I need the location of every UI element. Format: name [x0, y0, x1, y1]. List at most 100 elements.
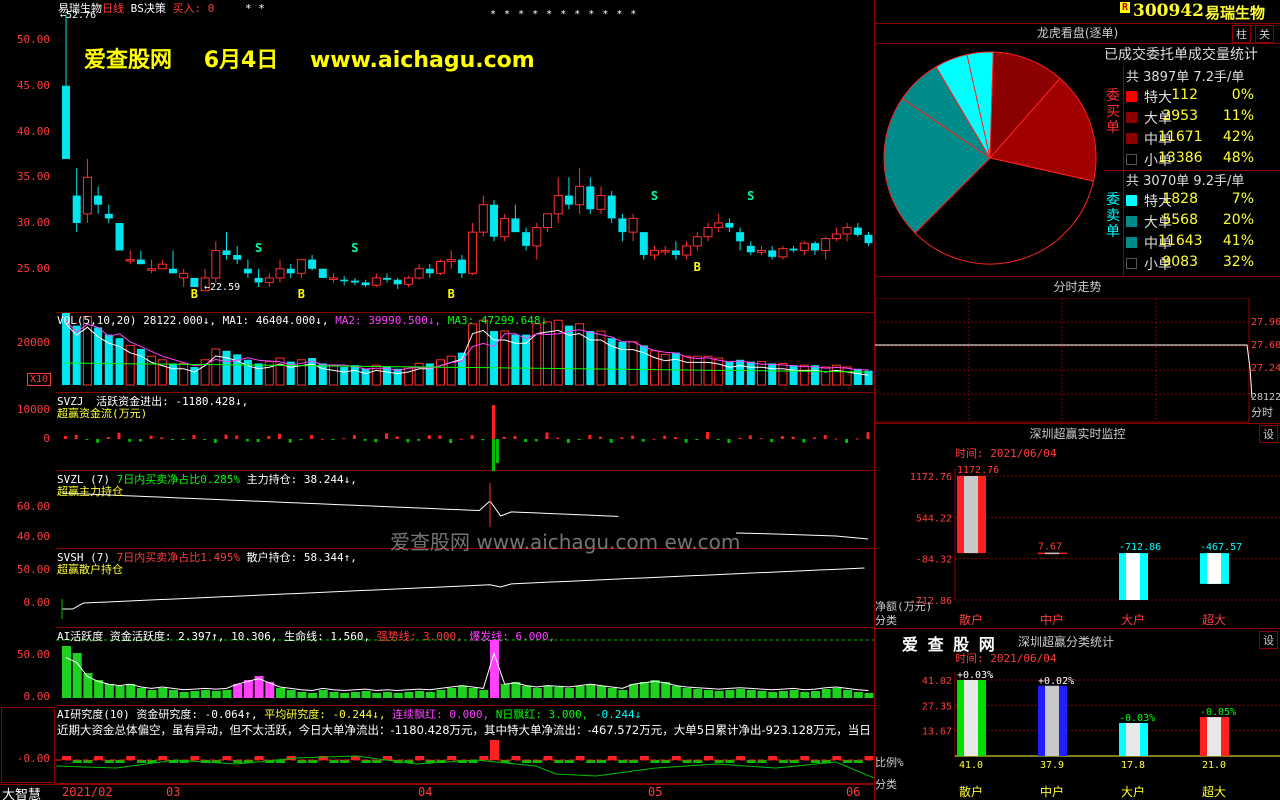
intraday-chart[interactable]: 27.96 27.60 27.24 28122 分时 — [875, 298, 1280, 423]
candle-body — [725, 223, 734, 228]
mon-bar-value: -467.57 — [1200, 542, 1242, 553]
ai1-activity: 资金活跃度: 2.397↑, — [109, 630, 225, 643]
legend-swatch — [1126, 133, 1137, 144]
date-axis[interactable] — [0, 784, 874, 800]
lh-title-bar: 龙虎看盘(逐单) 柱 关 — [875, 24, 1280, 44]
candle-body — [414, 268, 424, 279]
fs-price-line — [875, 344, 1253, 399]
volume-bar — [725, 361, 734, 385]
price-axis-label: 40.00 — [16, 124, 50, 138]
candle-body — [468, 231, 478, 274]
research-bar — [222, 756, 232, 760]
candle-body — [831, 233, 841, 240]
candle-body — [115, 223, 124, 251]
volume-bar — [778, 362, 788, 386]
stock-code: 300942 — [1133, 1, 1204, 21]
star-marks: * * — [245, 2, 265, 15]
mon-bar-core — [1126, 553, 1140, 600]
mon-bar-value: -712.86 — [1119, 542, 1161, 553]
research-bar — [511, 756, 521, 760]
vol-unit-badge[interactable]: X10 — [27, 373, 52, 386]
candle-body — [671, 250, 680, 256]
flow-bar — [192, 435, 196, 439]
activity-bar — [115, 686, 125, 698]
candle-body — [660, 249, 670, 253]
svsh-ratio: 7日内买卖净占比1.495% — [116, 551, 240, 564]
activity-bar — [457, 686, 467, 698]
volume-bar — [831, 364, 841, 386]
ai2-n-red: N日飘红: 3.000, — [495, 708, 589, 721]
flow-bar — [417, 439, 421, 441]
ai2-commentary: 近期大资金总体偏空，虽有异动，但不太活跃，今日大单净流出：-1180.428万元… — [57, 723, 871, 737]
main-holding-line — [61, 492, 619, 517]
research-bar — [254, 756, 264, 760]
brand-logo[interactable]: 大智慧 — [2, 784, 41, 800]
retail-holding-line — [62, 567, 865, 610]
activity-bar — [821, 689, 831, 698]
activity-bar — [746, 690, 756, 698]
flow-bar — [524, 439, 528, 442]
activity-bar — [404, 692, 414, 698]
flow-bar — [85, 439, 89, 441]
research-line — [56, 755, 874, 779]
flow-bar — [556, 437, 560, 439]
research-bar — [832, 756, 842, 760]
candle-body — [682, 245, 692, 256]
activity-bar — [425, 692, 435, 698]
candle-body — [264, 277, 274, 283]
candle-body — [768, 250, 777, 257]
price-axis-label: 35.00 — [16, 170, 50, 184]
candle-body — [746, 245, 755, 253]
candle-body — [72, 195, 81, 223]
svzl-holding: 主力持仓: 38.244↓, — [246, 473, 357, 486]
svzj-subtitle: 超赢资金流(万元) — [57, 407, 148, 420]
volume-bar — [500, 330, 510, 386]
research-bar — [543, 756, 553, 760]
activity-bar — [372, 693, 382, 698]
candle-body — [318, 268, 327, 278]
activity-bar — [789, 690, 799, 698]
classify-bar-chart[interactable]: 41.02 27.35 13.67 +0.03% 41.0 散户 +0.02% 37.9 中户 -… — [875, 662, 1280, 800]
flow-bar — [599, 436, 602, 439]
buy-signal-mark: B — [448, 287, 455, 301]
volume-bar — [768, 363, 777, 385]
volume-bar — [864, 370, 873, 385]
activity-bar — [136, 688, 146, 698]
flow-bar — [834, 438, 838, 440]
activity-bar — [725, 690, 735, 698]
research-bar — [94, 756, 104, 760]
order-percent: 32% — [1222, 254, 1254, 270]
ai2-research: 资金研究度: -0.064↑, — [136, 708, 258, 721]
volume-bar — [361, 368, 370, 385]
candle-body — [842, 227, 852, 235]
mon-category: 散户 — [959, 612, 983, 627]
flow-bar — [331, 439, 335, 440]
sell-side-label: 委卖单 — [1106, 192, 1120, 240]
order-pie-chart[interactable] — [878, 46, 1102, 270]
date-tick-apr: 04 — [418, 785, 433, 799]
candle-body — [799, 242, 809, 251]
vol-legend: VOL(5,10,20) 28122.000↓, MA1: 46404.000↓… — [57, 314, 547, 327]
research-bar — [490, 740, 499, 760]
cls-bar-core — [1207, 717, 1221, 756]
volume-bar — [94, 327, 103, 385]
volume-bar — [639, 345, 648, 385]
research-bar — [671, 756, 681, 760]
candle-body — [511, 218, 520, 233]
monitor-settings-button[interactable]: 设 — [1259, 425, 1278, 443]
price-axis-label: 45.00 — [16, 78, 50, 92]
period-label[interactable]: 日线 — [102, 2, 124, 15]
order-percent: 0% — [1231, 87, 1254, 103]
activity-bar — [436, 690, 446, 698]
activity-bar — [393, 693, 403, 698]
monitor-bar-chart[interactable]: 1172.76 544.22 -84.32 -712.86 1172.76 散户 7.67 中… — [875, 458, 1280, 628]
close-button[interactable]: 关 — [1255, 25, 1274, 43]
cls-category: 中户 — [1040, 784, 1064, 799]
candle-body — [296, 259, 306, 274]
classify-settings-button[interactable]: 设 — [1259, 631, 1278, 649]
ai2-v5: -0.244↓ — [594, 708, 642, 721]
cls-bar-core — [1045, 685, 1059, 756]
candle-body — [853, 227, 862, 235]
candle-body — [157, 263, 167, 270]
column-button[interactable]: 柱 — [1232, 25, 1251, 43]
